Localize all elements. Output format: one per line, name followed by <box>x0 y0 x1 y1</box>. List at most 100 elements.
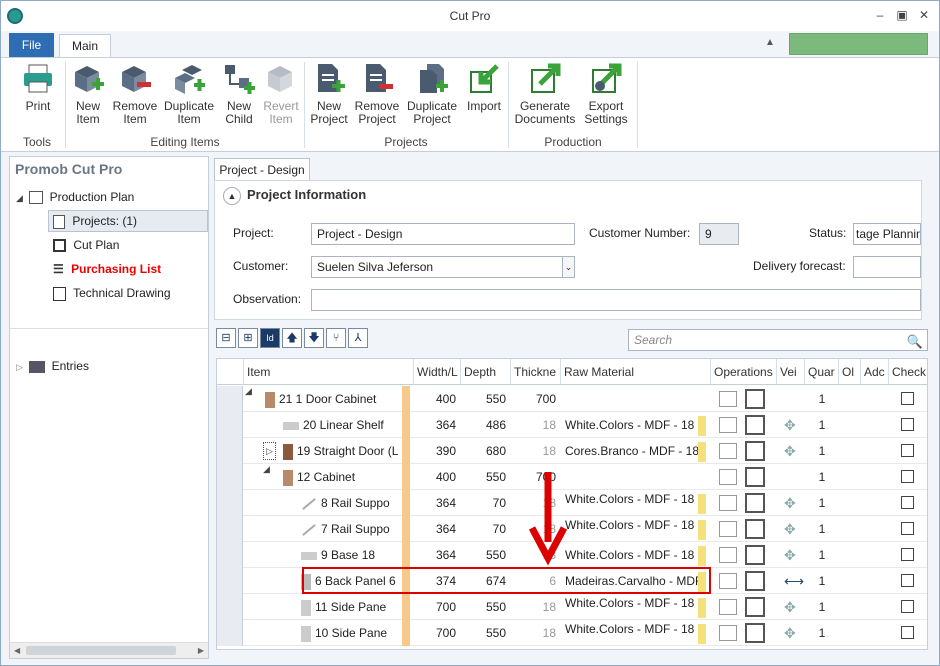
table-row[interactable]: ◢ 21 1 Door Cabinet 400 550 700 1 <box>217 386 927 412</box>
table-row[interactable]: 9 Base 18 364 550 18 White.Colors - MDF … <box>217 542 927 568</box>
operation-box-icon[interactable] <box>745 493 765 513</box>
expand-arrow-icon[interactable]: ▷ <box>263 442 276 460</box>
table-row[interactable]: 10 Side Pane 700 550 18 White.Colors - M… <box>217 620 927 646</box>
row-header[interactable] <box>217 568 243 594</box>
table-row[interactable]: ◢ 12 Cabinet 400 550 700 1 <box>217 464 927 490</box>
check-checkbox[interactable] <box>901 626 914 639</box>
move-up-icon[interactable]: 🡅 <box>282 328 302 348</box>
operation-icon[interactable] <box>719 547 737 563</box>
operation-box-icon[interactable] <box>745 545 765 565</box>
check-checkbox[interactable] <box>901 418 914 431</box>
observation-field[interactable] <box>311 289 921 311</box>
move-icon[interactable]: ✥ <box>784 438 796 464</box>
row-header[interactable] <box>217 412 243 438</box>
customer-number-field[interactable]: 9 <box>699 223 739 245</box>
col-header-item[interactable]: Item <box>244 359 414 385</box>
operation-icon[interactable] <box>719 417 737 433</box>
check-checkbox[interactable] <box>901 392 914 405</box>
table-row[interactable]: 20 Linear Shelf 364 486 18 White.Colors … <box>217 412 927 438</box>
operation-box-icon[interactable] <box>745 415 765 435</box>
check-checkbox[interactable] <box>901 548 914 561</box>
operation-box-icon[interactable] <box>745 519 765 539</box>
row-header[interactable] <box>217 594 243 620</box>
row-header[interactable] <box>217 542 243 568</box>
col-header-ol[interactable]: Ol <box>839 359 861 385</box>
import-button[interactable]: Import <box>463 62 505 113</box>
operation-box-icon[interactable] <box>745 623 765 643</box>
new-child-button[interactable]: New Child <box>219 62 259 126</box>
table-row[interactable]: 8 Rail Suppo 364 70 18 White.Colors - MD… <box>217 490 927 516</box>
col-header-depth[interactable]: Depth <box>461 359 511 385</box>
tree-item-purchasing-list[interactable]: ☰ Purchasing List <box>53 262 161 276</box>
new-project-button[interactable]: New Project <box>307 62 351 126</box>
move-icon[interactable]: ✥ <box>784 490 796 516</box>
col-header-adc[interactable]: Adc <box>861 359 889 385</box>
collapse-ribbon-icon[interactable]: ▲ <box>765 37 775 48</box>
operation-box-icon[interactable] <box>745 597 765 617</box>
check-checkbox[interactable] <box>901 522 914 535</box>
export-settings-button[interactable]: Export Settings <box>581 62 631 126</box>
move-down-icon[interactable]: 🡇 <box>304 328 324 348</box>
horizontal-scrollbar[interactable]: ◀ ▶ <box>10 642 208 658</box>
move-icon[interactable]: ✥ <box>784 542 796 568</box>
col-header-check[interactable]: Check <box>889 359 927 385</box>
split-icon[interactable]: ⅄ <box>348 328 368 348</box>
collapse-info-icon[interactable]: ▲ <box>223 187 241 205</box>
close-button[interactable]: ✕ <box>915 7 933 23</box>
row-header[interactable] <box>217 464 243 490</box>
tree-item-production-plan[interactable]: ◢ Production Plan <box>16 190 134 205</box>
table-row[interactable]: 11 Side Pane 700 550 18 White.Colors - M… <box>217 594 927 620</box>
operation-box-icon[interactable] <box>745 389 765 409</box>
expand-all-icon[interactable]: ⊞ <box>238 328 258 348</box>
col-header-operations[interactable]: Operations <box>711 359 777 385</box>
check-checkbox[interactable] <box>901 496 914 509</box>
operation-box-icon[interactable] <box>745 441 765 461</box>
duplicate-project-button[interactable]: Duplicate Project <box>403 62 461 126</box>
col-header-width[interactable]: Width/L <box>414 359 461 385</box>
table-row[interactable]: 7 Rail Suppo 364 70 18 White.Colors - MD… <box>217 516 927 542</box>
expand-arrow-icon[interactable]: ▷ <box>16 362 23 372</box>
tab-project-design[interactable]: Project - Design <box>214 158 310 180</box>
tree-item-technical-drawing[interactable]: Technical Drawing <box>53 286 171 301</box>
col-header-raw-material[interactable]: Raw Material <box>561 359 711 385</box>
delivery-forecast-field[interactable] <box>853 256 921 278</box>
main-tab[interactable]: Main <box>59 34 111 58</box>
row-header[interactable] <box>217 386 243 412</box>
file-tab[interactable]: File <box>9 33 54 57</box>
project-field[interactable]: Project - Design <box>311 223 575 245</box>
row-header[interactable] <box>217 438 243 464</box>
minimize-button[interactable]: – <box>871 7 889 23</box>
operation-icon[interactable] <box>719 469 737 485</box>
operation-icon[interactable] <box>719 391 737 407</box>
col-header-thickness[interactable]: Thickne <box>511 359 561 385</box>
operation-icon[interactable] <box>719 573 737 589</box>
col-header-quantity[interactable]: Quar <box>805 359 839 385</box>
id-toggle-icon[interactable]: Id <box>260 328 280 348</box>
customer-field[interactable]: Suelen Silva Jeferson ⌄ <box>311 256 575 278</box>
remove-item-button[interactable]: Remove Item <box>111 62 159 126</box>
search-input[interactable]: Search 🔍 <box>628 329 928 351</box>
row-header[interactable] <box>217 490 243 516</box>
operation-icon[interactable] <box>719 443 737 459</box>
row-header[interactable] <box>217 516 243 542</box>
search-icon[interactable]: 🔍 <box>907 332 923 352</box>
status-field[interactable]: tage Planning <box>853 223 921 245</box>
generate-documents-button[interactable]: Generate Documents <box>513 62 577 126</box>
check-checkbox[interactable] <box>901 470 914 483</box>
merge-icon[interactable]: ⑂ <box>326 328 346 348</box>
operation-icon[interactable] <box>719 625 737 641</box>
print-button[interactable]: Print <box>15 62 61 113</box>
horizontal-grain-icon[interactable]: ⟷ <box>784 568 804 594</box>
tree-item-entries[interactable]: ▷ Entries <box>16 359 89 373</box>
collapse-all-icon[interactable]: ⊟ <box>216 328 236 348</box>
expand-arrow-icon[interactable]: ◢ <box>263 464 270 475</box>
check-checkbox[interactable] <box>901 574 914 587</box>
expand-arrow-icon[interactable]: ◢ <box>16 193 23 203</box>
row-header[interactable] <box>217 620 243 646</box>
check-checkbox[interactable] <box>901 444 914 457</box>
move-icon[interactable]: ✥ <box>784 594 796 620</box>
new-item-button[interactable]: New Item <box>67 62 109 126</box>
duplicate-item-button[interactable]: Duplicate Item <box>161 62 217 126</box>
move-icon[interactable]: ✥ <box>784 516 796 542</box>
remove-project-button[interactable]: Remove Project <box>353 62 401 126</box>
